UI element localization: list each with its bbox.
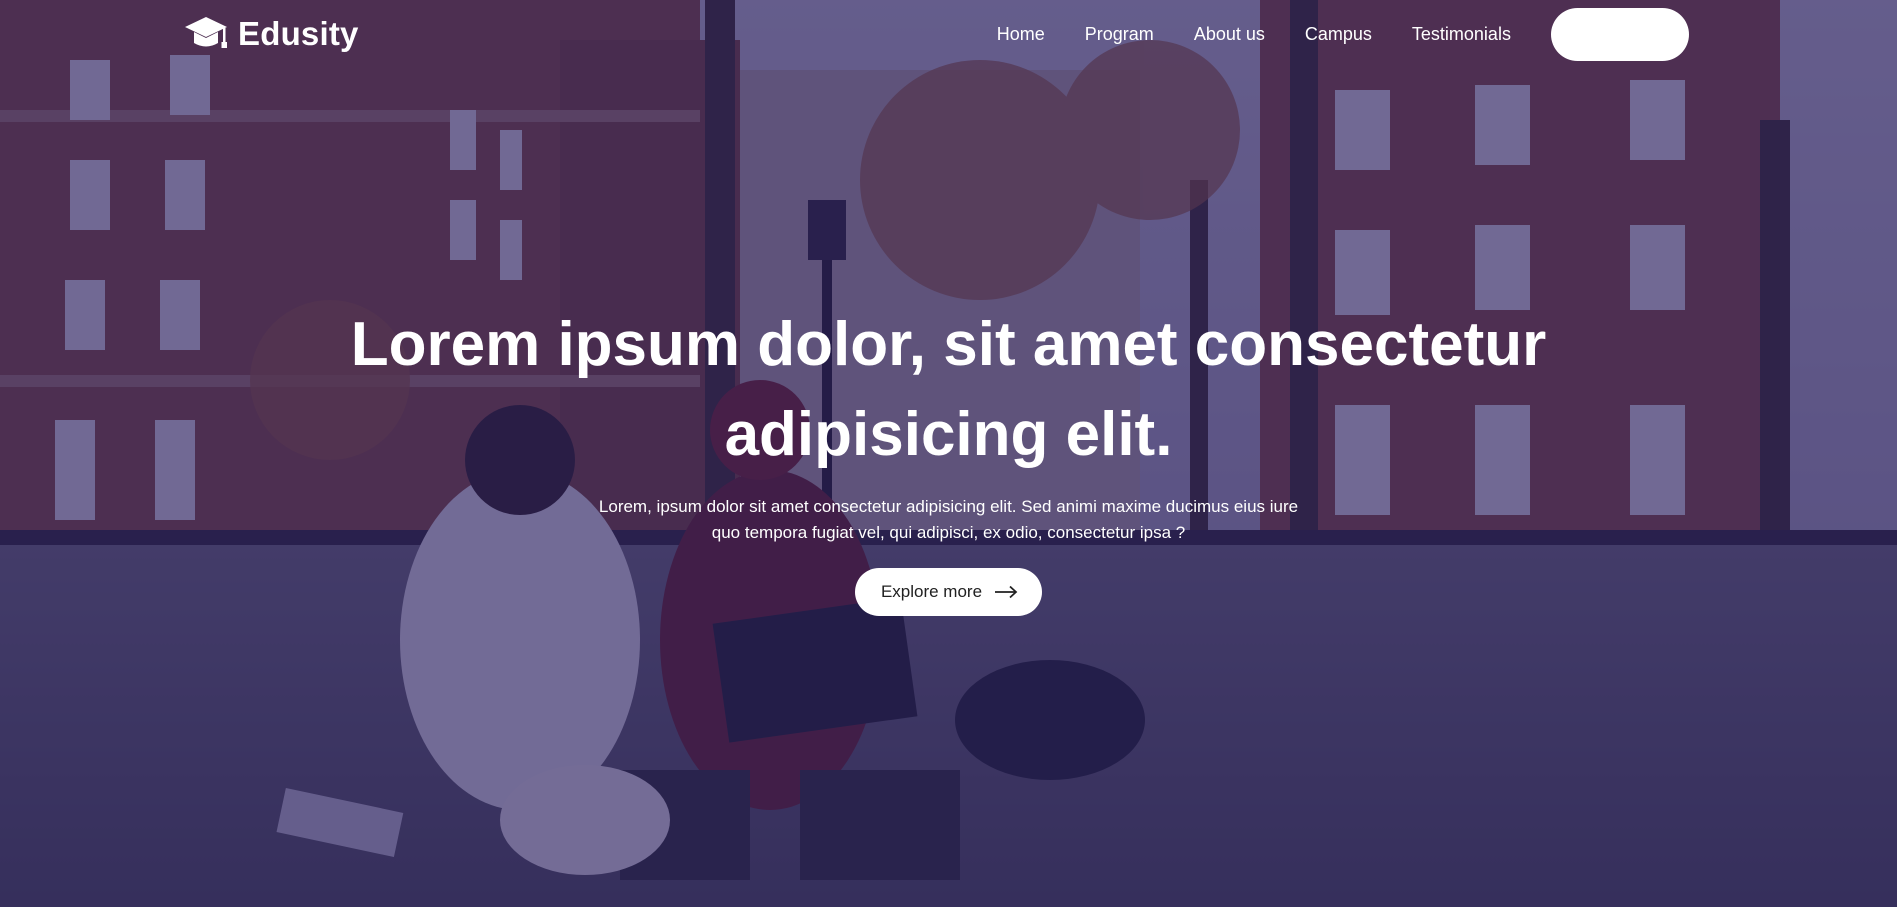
nav-item-program[interactable]: Program (1085, 24, 1154, 45)
hero-subtitle: Lorem, ipsum dolor sit amet consectetur … (598, 497, 1299, 542)
brand-name: Edusity (238, 15, 359, 52)
nav-item-campus[interactable]: Campus (1305, 24, 1372, 45)
nav-menu: Home Program About us Campus Testimonial… (997, 7, 1689, 61)
explore-more-label: Explore more (880, 582, 983, 601)
explore-more-button[interactable]: Explore more (854, 568, 1043, 616)
contact-us-button[interactable]: Contact us (1550, 7, 1689, 61)
navbar: Edusity Home Program About us Campus Tes… (0, 0, 1897, 70)
brand-logo[interactable]: Edusity (184, 14, 359, 54)
hero-title: Lorem ipsum dolor, sit amet consectetur … (350, 310, 1547, 469)
nav-item-home[interactable]: Home (997, 24, 1045, 45)
nav-item-about-us[interactable]: About us (1194, 24, 1265, 45)
graduation-cap-icon (185, 17, 227, 48)
nav-item-testimonials[interactable]: Testimonials (1412, 24, 1511, 45)
hero-content: Lorem ipsum dolor, sit amet consectetur … (0, 300, 1897, 616)
arrow-right-icon (995, 585, 1018, 599)
